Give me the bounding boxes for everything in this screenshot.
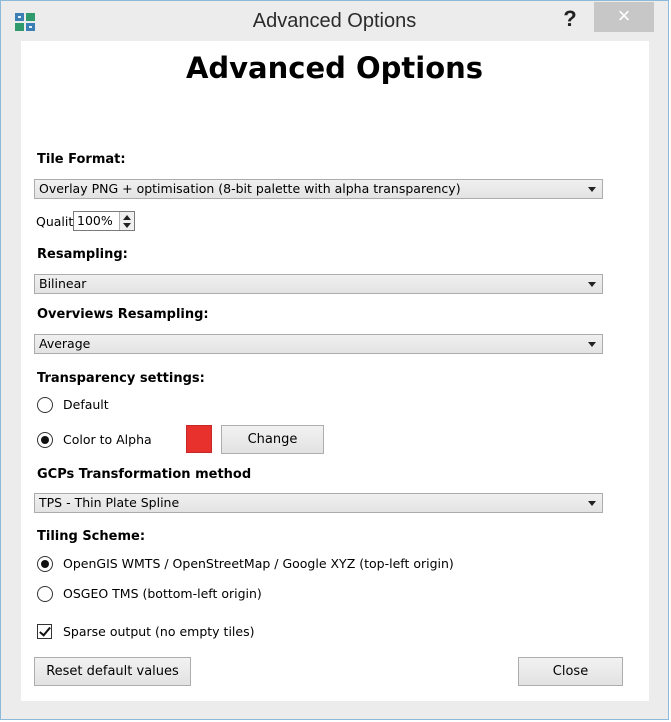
radio-osgeo-tms[interactable] — [37, 586, 53, 602]
window-close-button[interactable]: × — [594, 2, 654, 32]
alpha-color-swatch[interactable] — [186, 425, 212, 453]
change-color-button[interactable]: Change — [221, 425, 324, 454]
sparse-output-checkbox[interactable] — [37, 624, 52, 639]
resampling-select[interactable]: Bilinear — [34, 274, 603, 294]
quality-stepper[interactable] — [119, 212, 134, 230]
tile-format-label: Tile Format: — [37, 152, 126, 167]
radio-opengis-wmts-label: OpenGIS WMTS / OpenStreetMap / Google XY… — [63, 556, 454, 571]
advanced-options-window: Advanced Options ? × Advanced Options Ti… — [0, 0, 669, 720]
tile-format-select[interactable]: Overlay PNG + optimisation (8-bit palett… — [34, 179, 603, 199]
resampling-label: Resampling: — [37, 247, 128, 262]
radio-default-label: Default — [63, 397, 109, 412]
reset-default-button[interactable]: Reset default values — [34, 657, 191, 686]
title-bar[interactable]: Advanced Options ? × — [1, 1, 668, 41]
radio-default[interactable] — [37, 397, 53, 413]
checkmark-icon — [39, 624, 51, 637]
sparse-output-label: Sparse output (no empty tiles) — [63, 624, 255, 639]
chevron-down-icon — [588, 501, 596, 506]
radio-opengis-wmts[interactable] — [37, 556, 53, 572]
chevron-down-icon — [588, 282, 596, 287]
quality-spinbox[interactable]: 100% — [73, 211, 135, 231]
close-button[interactable]: Close — [518, 657, 623, 686]
spin-down-icon[interactable] — [123, 223, 131, 228]
spin-up-icon[interactable] — [123, 215, 131, 220]
overviews-resampling-value: Average — [39, 336, 91, 351]
tile-format-value: Overlay PNG + optimisation (8-bit palett… — [39, 181, 461, 196]
help-button[interactable]: ? — [557, 4, 583, 34]
quality-value: 100% — [77, 213, 113, 228]
transparency-label: Transparency settings: — [37, 371, 205, 386]
gcps-value: TPS - Thin Plate Spline — [39, 495, 180, 510]
chevron-down-icon — [588, 342, 596, 347]
overviews-resampling-label: Overviews Resampling: — [37, 307, 209, 322]
page-title: Advanced Options — [185, 51, 484, 85]
tiling-scheme-label: Tiling Scheme: — [37, 529, 146, 544]
gcps-label: GCPs Transformation method — [37, 467, 252, 482]
overviews-resampling-select[interactable]: Average — [34, 334, 603, 354]
gcps-select[interactable]: TPS - Thin Plate Spline — [34, 493, 603, 513]
radio-osgeo-tms-label: OSGEO TMS (bottom-left origin) — [63, 586, 262, 601]
chevron-down-icon — [588, 187, 596, 192]
resampling-value: Bilinear — [39, 276, 87, 291]
radio-color-to-alpha-label: Color to Alpha — [63, 432, 152, 447]
radio-color-to-alpha[interactable] — [37, 432, 53, 448]
